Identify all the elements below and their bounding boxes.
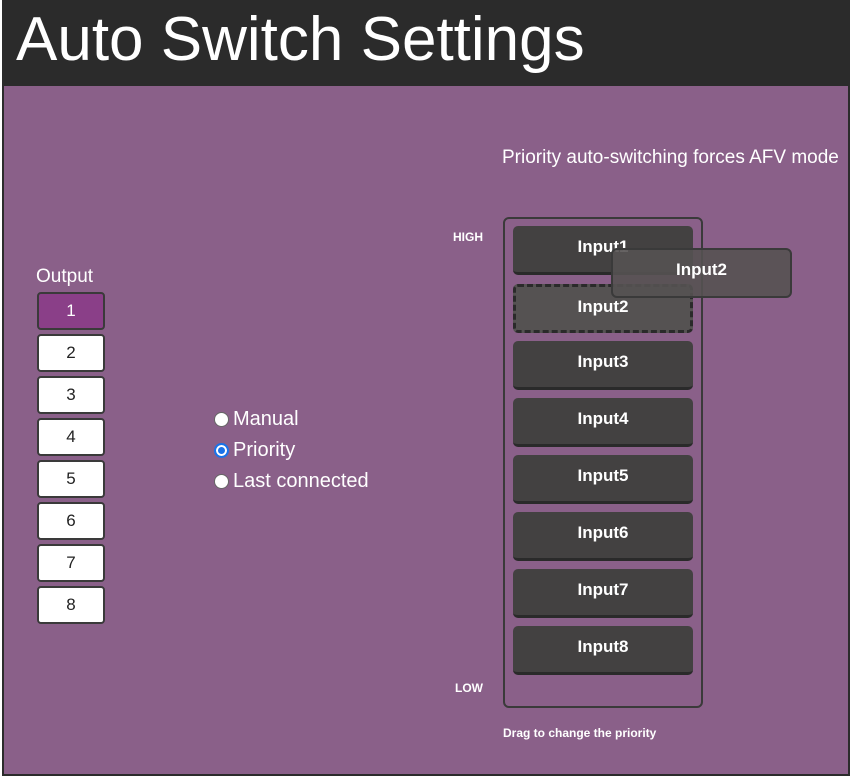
settings-panel: Auto Switch Settings — [2, 0, 850, 776]
radio-priority[interactable] — [214, 443, 229, 458]
output-button-7[interactable]: 7 — [37, 544, 105, 582]
output-button-2[interactable]: 2 — [37, 334, 105, 372]
title-bar: Auto Switch Settings — [4, 2, 848, 86]
mode-radio-group: Manual Priority Last connected — [214, 404, 369, 497]
output-button-5[interactable]: 5 — [37, 460, 105, 498]
radio-label-manual: Manual — [233, 408, 299, 430]
mode-option-priority[interactable]: Priority — [214, 435, 369, 466]
output-label: Output — [36, 266, 94, 287]
priority-item-input3[interactable]: Input3 — [513, 341, 693, 390]
radio-label-last-connected: Last connected — [233, 470, 369, 492]
priority-item-input7[interactable]: Input7 — [513, 569, 693, 618]
low-label: LOW — [455, 681, 483, 695]
priority-item-input4[interactable]: Input4 — [513, 398, 693, 447]
priority-note: Priority auto-switching forces AFV mode — [502, 147, 839, 168]
output-button-6[interactable]: 6 — [37, 502, 105, 540]
priority-item-input5[interactable]: Input5 — [513, 455, 693, 504]
output-button-1[interactable]: 1 — [37, 292, 105, 330]
mode-option-last-connected[interactable]: Last connected — [214, 466, 369, 497]
radio-last-connected[interactable] — [214, 474, 229, 489]
page-title: Auto Switch Settings — [16, 5, 585, 74]
high-label: HIGH — [453, 230, 483, 244]
drag-hint: Drag to change the priority — [503, 726, 657, 740]
output-button-3[interactable]: 3 — [37, 376, 105, 414]
dragging-item-ghost[interactable]: Input2 — [611, 248, 792, 298]
output-button-4[interactable]: 4 — [37, 418, 105, 456]
mode-option-manual[interactable]: Manual — [214, 404, 369, 435]
output-button-8[interactable]: 8 — [37, 586, 105, 624]
priority-item-input8[interactable]: Input8 — [513, 626, 693, 675]
radio-manual[interactable] — [214, 412, 229, 427]
radio-label-priority: Priority — [233, 439, 296, 461]
priority-item-input6[interactable]: Input6 — [513, 512, 693, 561]
